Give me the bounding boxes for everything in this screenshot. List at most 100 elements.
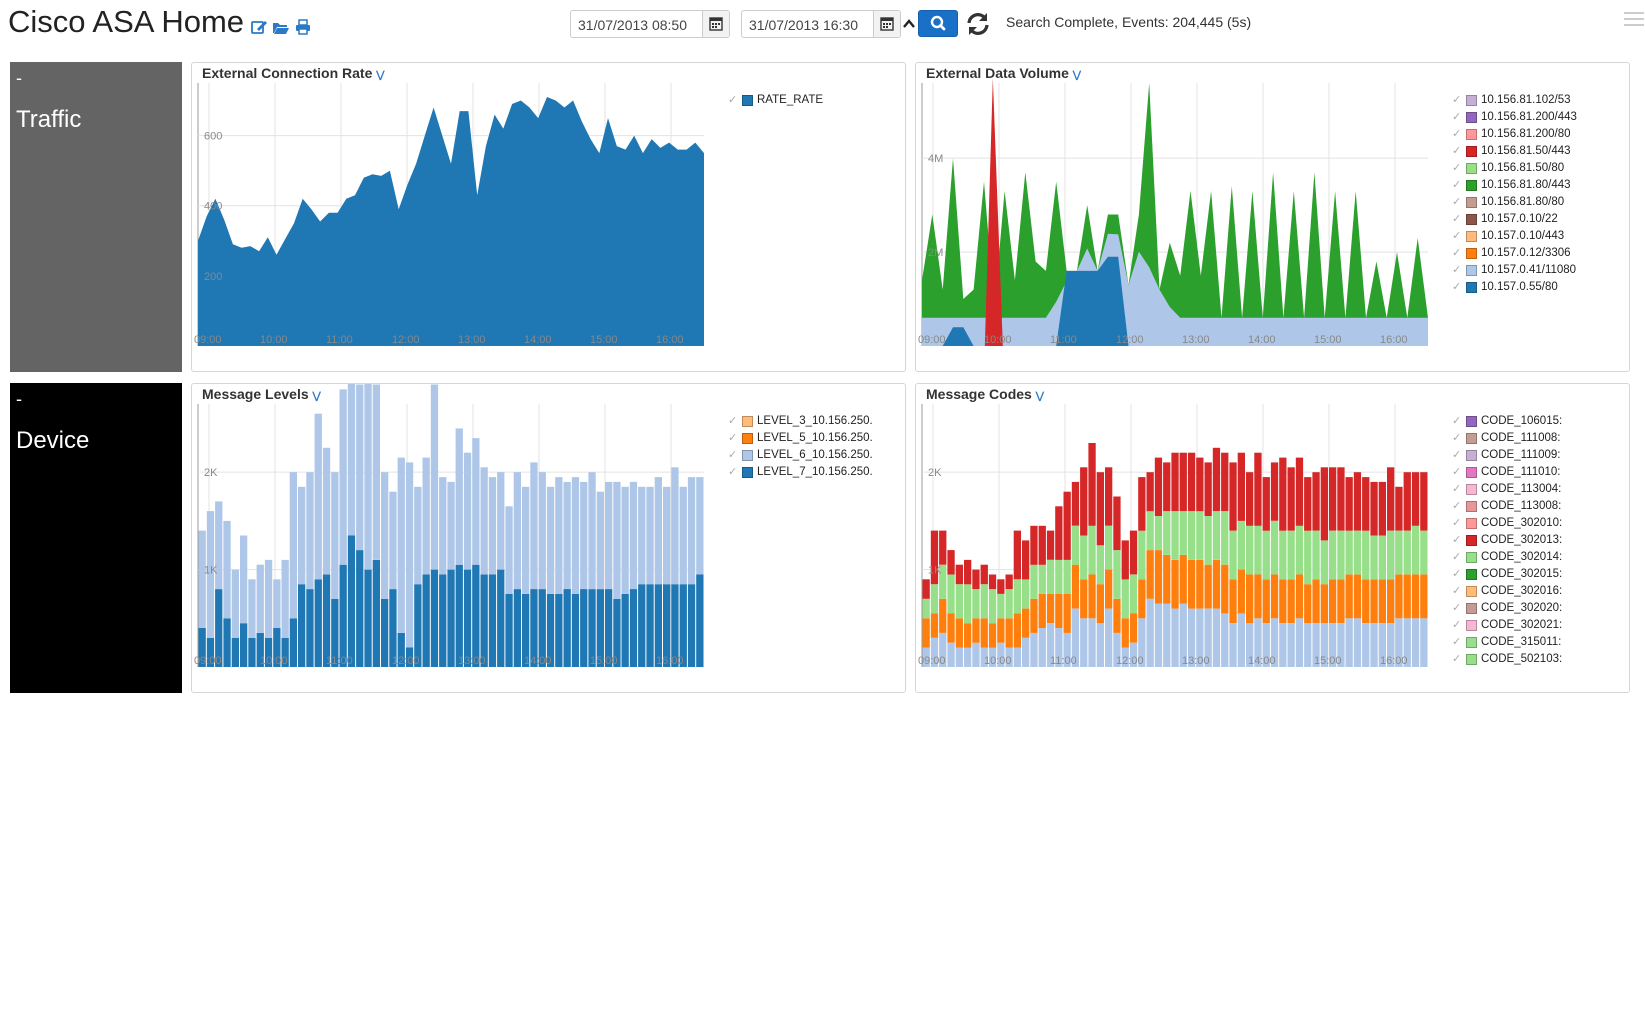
collapse-toggle[interactable]: - xyxy=(16,68,22,89)
check-icon[interactable]: ✓ xyxy=(1452,652,1461,665)
x-tick-label: 13:00 xyxy=(458,334,486,346)
legend-item[interactable]: ✓ CODE_302016: xyxy=(1452,584,1602,601)
end-calendar-button[interactable] xyxy=(873,11,900,37)
check-icon[interactable]: ✓ xyxy=(728,448,737,461)
legend-item[interactable]: ✓ CODE_106015: xyxy=(1452,414,1602,431)
legend-item[interactable]: ✓ 10.157.0.55/80 xyxy=(1452,280,1602,297)
check-icon[interactable]: ✓ xyxy=(1452,178,1461,191)
row-title: Traffic xyxy=(16,106,82,133)
check-icon[interactable]: ✓ xyxy=(1452,195,1461,208)
bar-code-blue xyxy=(1212,608,1221,667)
check-icon[interactable]: ✓ xyxy=(1452,448,1461,461)
panel-external-data-volume: External Data Volume ⋁ 09:00 10:00 11:00 12… xyxy=(915,62,1630,372)
check-icon[interactable]: ✓ xyxy=(1452,414,1461,427)
legend-item[interactable]: ✓ CODE_111009: xyxy=(1452,448,1602,465)
check-icon[interactable]: ✓ xyxy=(1452,93,1461,106)
bar-level-7 xyxy=(248,637,256,667)
refresh-icon[interactable] xyxy=(964,10,992,38)
check-icon[interactable]: ✓ xyxy=(1452,567,1461,580)
check-icon[interactable]: ✓ xyxy=(1452,246,1461,259)
legend-item[interactable]: ✓ CODE_302013: xyxy=(1452,533,1602,550)
legend-item[interactable]: ✓ CODE_302014: xyxy=(1452,550,1602,567)
bar-code-orange xyxy=(1146,550,1154,599)
check-icon[interactable]: ✓ xyxy=(1452,127,1461,140)
check-icon[interactable]: ✓ xyxy=(1452,482,1461,495)
legend-item[interactable]: ✓ 10.156.81.200/443 xyxy=(1452,110,1602,127)
legend-item[interactable]: ✓ RATE_RATE xyxy=(728,93,878,110)
legend-item[interactable]: ✓ CODE_315011: xyxy=(1452,635,1602,652)
bar-code-302013 xyxy=(1320,467,1328,541)
check-icon[interactable]: ✓ xyxy=(1452,499,1461,512)
legend-item[interactable]: ✓ LEVEL_3_10.156.250. xyxy=(728,414,878,431)
bar-code-orange xyxy=(1080,579,1088,619)
bar-level-7 xyxy=(430,569,439,667)
check-icon[interactable]: ✓ xyxy=(728,465,737,478)
check-icon[interactable]: ✓ xyxy=(1452,212,1461,225)
check-icon[interactable]: ✓ xyxy=(728,414,737,427)
chevron-up-icon[interactable] xyxy=(902,18,916,30)
legend-item[interactable]: ✓ 10.156.81.80/443 xyxy=(1452,178,1602,195)
bar-code-302014 xyxy=(1387,530,1395,580)
bar-code-302014 xyxy=(1378,535,1386,580)
search-button[interactable] xyxy=(918,10,958,37)
legend-item[interactable]: ✓ 10.157.0.41/11080 xyxy=(1452,263,1602,280)
print-icon[interactable] xyxy=(294,18,312,36)
bar-code-blue xyxy=(1221,613,1229,667)
menu-icon[interactable] xyxy=(1624,10,1644,30)
start-date-field[interactable]: 31/07/2013 08:50 xyxy=(570,10,730,38)
check-icon[interactable]: ✓ xyxy=(1452,144,1461,157)
start-calendar-button[interactable] xyxy=(702,11,729,37)
end-date-field[interactable]: 31/07/2013 16:30 xyxy=(741,10,901,38)
check-icon[interactable]: ✓ xyxy=(1452,263,1461,276)
collapse-toggle[interactable]: - xyxy=(16,389,22,410)
legend-item[interactable]: ✓ LEVEL_5_10.156.250. xyxy=(728,431,878,448)
check-icon[interactable]: ✓ xyxy=(1452,110,1461,123)
legend-item[interactable]: ✓ CODE_111010: xyxy=(1452,465,1602,482)
legend-item[interactable]: ✓ CODE_302021: xyxy=(1452,618,1602,635)
check-icon[interactable]: ✓ xyxy=(1452,465,1461,478)
legend-item[interactable]: ✓ 10.157.0.10/22 xyxy=(1452,212,1602,229)
bar-code-302013 xyxy=(1105,467,1113,526)
check-icon[interactable]: ✓ xyxy=(728,93,737,106)
legend-item[interactable]: ✓ CODE_113004: xyxy=(1452,482,1602,499)
folder-open-icon[interactable] xyxy=(272,18,290,36)
row-label-device[interactable]: - Device xyxy=(10,383,182,693)
edit-icon[interactable] xyxy=(250,18,268,36)
check-icon[interactable]: ✓ xyxy=(1452,618,1461,631)
check-icon[interactable]: ✓ xyxy=(1452,229,1461,242)
check-icon[interactable]: ✓ xyxy=(1452,280,1461,293)
legend-item[interactable]: ✓ 10.157.0.12/3306 xyxy=(1452,246,1602,263)
legend-item[interactable]: ✓ CODE_302015: xyxy=(1452,567,1602,584)
bar-level-6 xyxy=(571,477,580,594)
check-icon[interactable]: ✓ xyxy=(1452,601,1461,614)
legend-item[interactable]: ✓ 10.156.81.200/80 xyxy=(1452,127,1602,144)
legend-swatch xyxy=(742,433,753,444)
legend-item[interactable]: ✓ CODE_302020: xyxy=(1452,601,1602,618)
check-icon[interactable]: ✓ xyxy=(1452,161,1461,174)
check-icon[interactable]: ✓ xyxy=(1452,550,1461,563)
legend-item[interactable]: ✓ 10.156.81.80/80 xyxy=(1452,195,1602,212)
legend-label: 10.157.0.55/80 xyxy=(1481,281,1558,293)
bar-code-orange xyxy=(1345,574,1353,619)
legend-item[interactable]: ✓ 10.157.0.10/443 xyxy=(1452,229,1602,246)
bar-code-orange xyxy=(1295,574,1304,619)
bar-level-6 xyxy=(439,477,447,575)
check-icon[interactable]: ✓ xyxy=(1452,584,1461,597)
legend-item[interactable]: ✓ 10.156.81.50/80 xyxy=(1452,161,1602,178)
legend-item[interactable]: ✓ CODE_111008: xyxy=(1452,431,1602,448)
check-icon[interactable]: ✓ xyxy=(1452,533,1461,546)
legend-item[interactable]: ✓ CODE_302010: xyxy=(1452,516,1602,533)
legend-swatch xyxy=(742,450,753,461)
legend-item[interactable]: ✓ CODE_113008: xyxy=(1452,499,1602,516)
check-icon[interactable]: ✓ xyxy=(728,431,737,444)
legend-item[interactable]: ✓ LEVEL_7_10.156.250. xyxy=(728,465,878,482)
legend-item[interactable]: ✓ 10.156.81.102/53 xyxy=(1452,93,1602,110)
check-icon[interactable]: ✓ xyxy=(1452,431,1461,444)
bar-code-orange xyxy=(1395,574,1403,619)
check-icon[interactable]: ✓ xyxy=(1452,635,1461,648)
legend-item[interactable]: ✓ CODE_502103: xyxy=(1452,652,1602,669)
check-icon[interactable]: ✓ xyxy=(1452,516,1461,529)
legend-item[interactable]: ✓ 10.156.81.50/443 xyxy=(1452,144,1602,161)
row-label-traffic[interactable]: - Traffic xyxy=(10,62,182,372)
legend-item[interactable]: ✓ LEVEL_6_10.156.250. xyxy=(728,448,878,465)
